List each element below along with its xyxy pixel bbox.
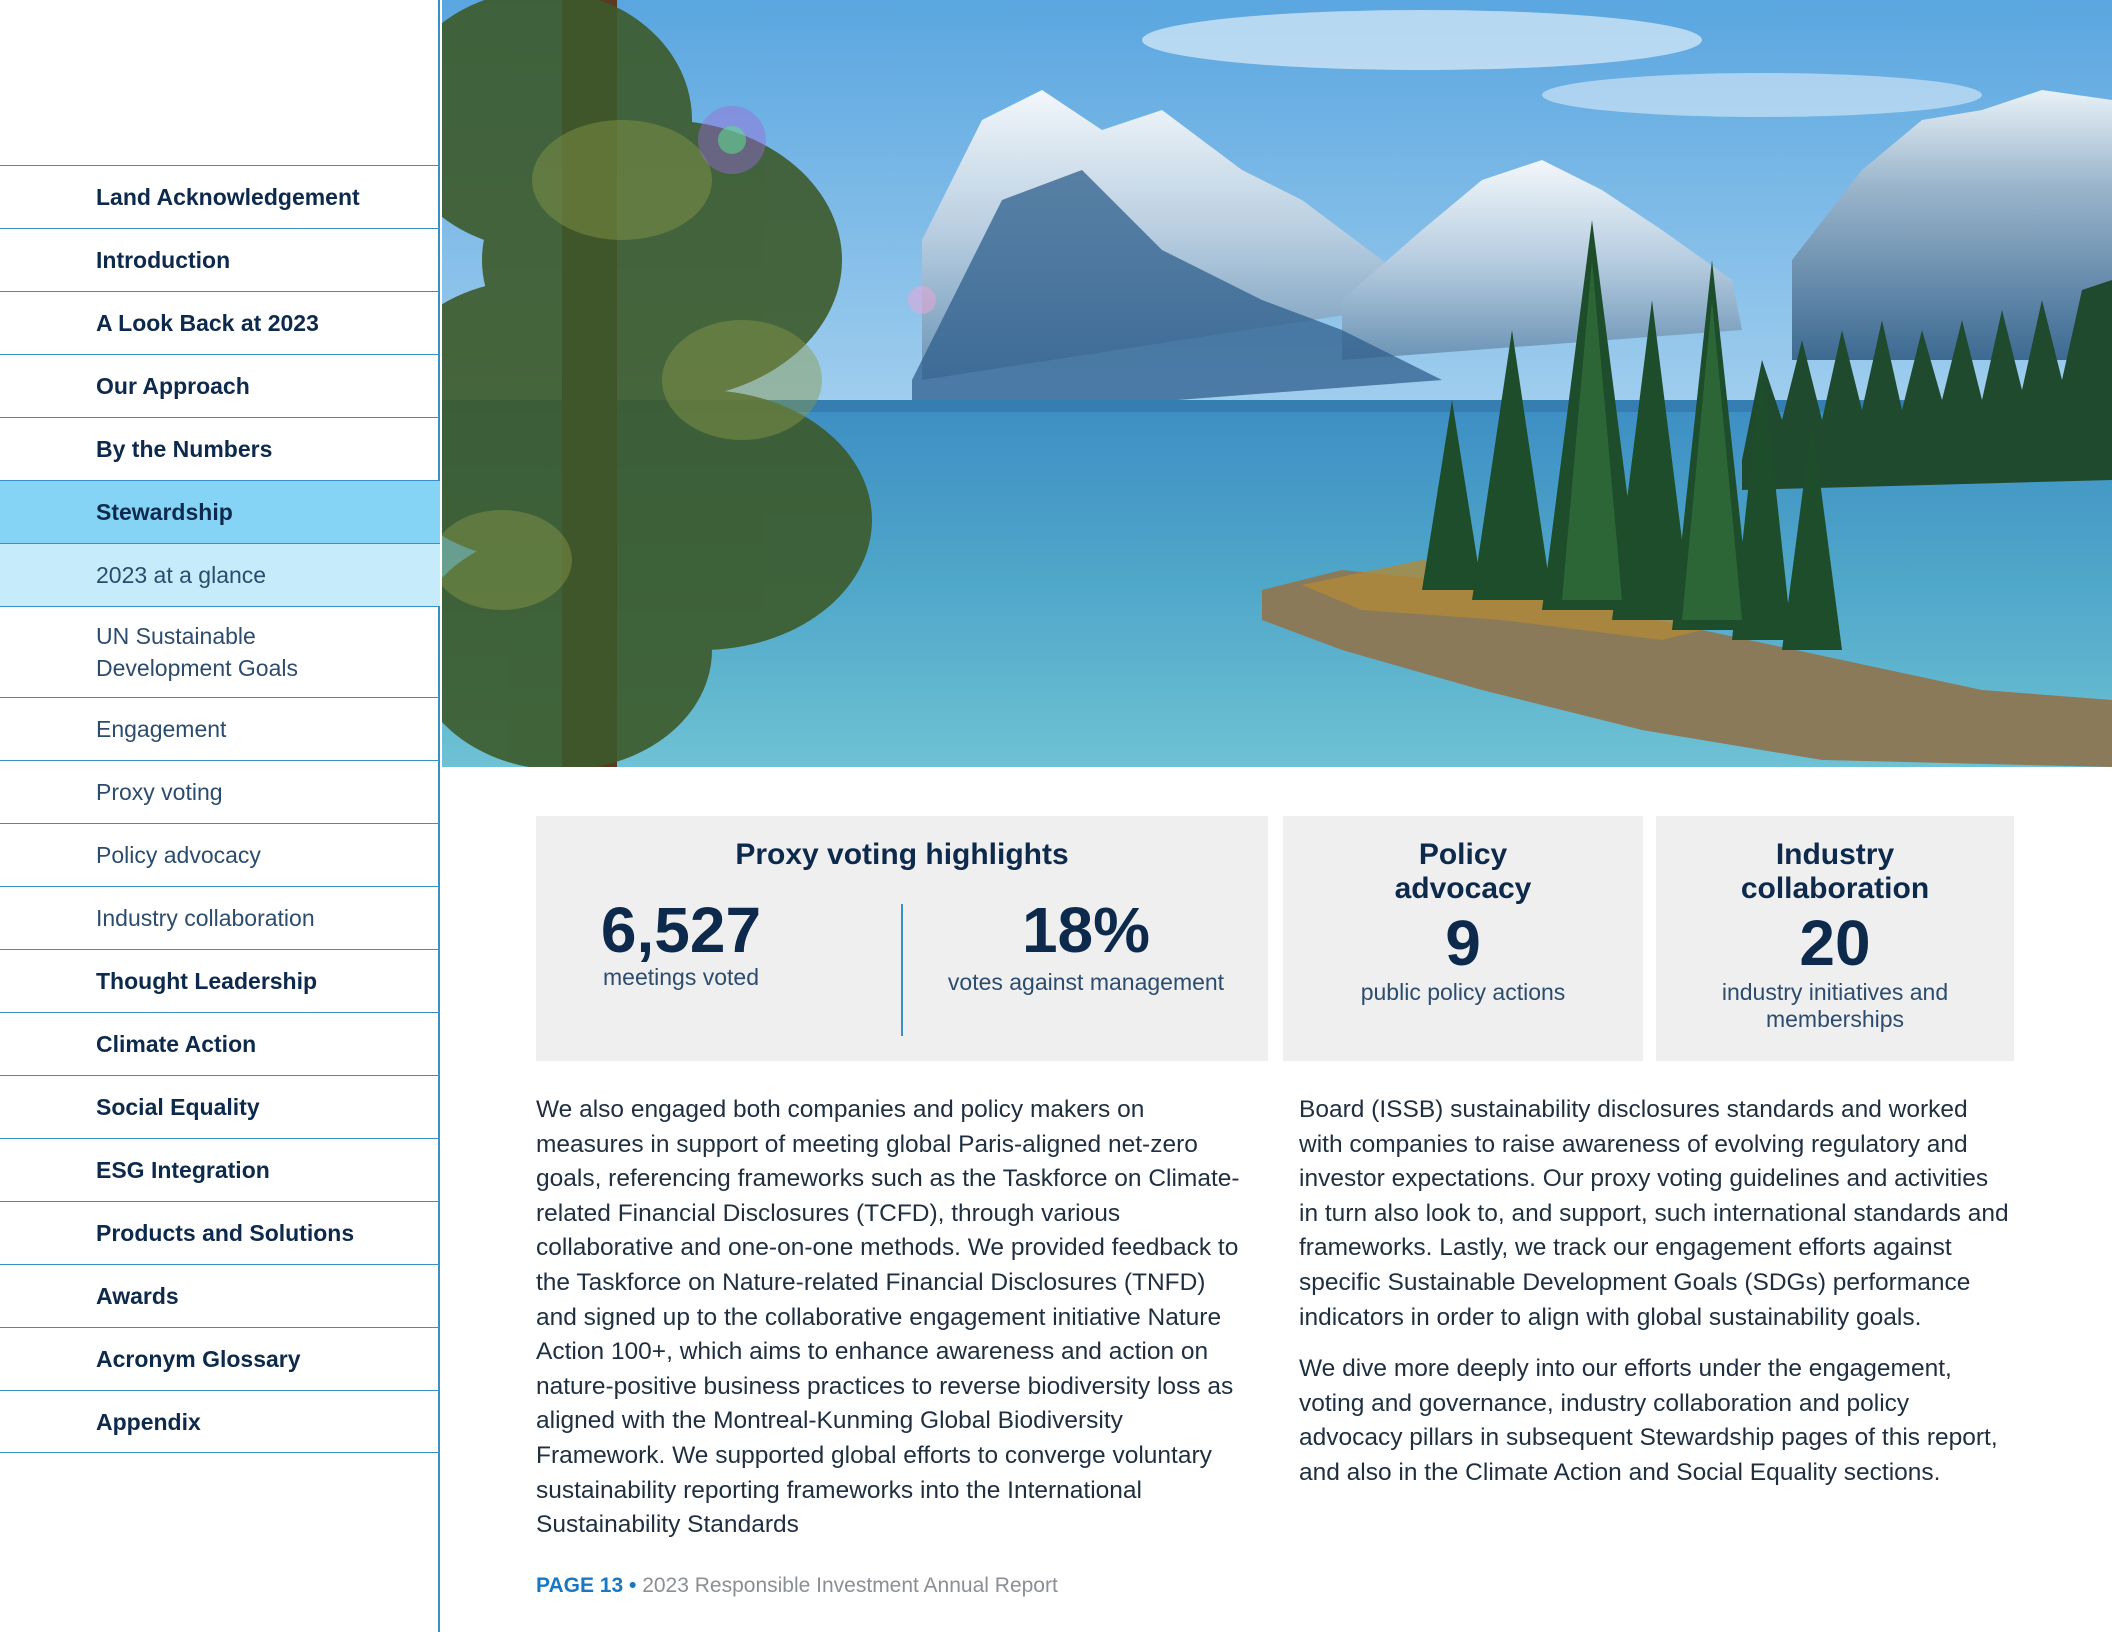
- body-paragraph: We also engaged both companies and polic…: [536, 1096, 1240, 1539]
- industry-collaboration-value: 20: [1799, 907, 1871, 979]
- policy-advocacy-label: public policy actions: [1360, 979, 1566, 1005]
- policy-advocacy-value: 9: [1445, 907, 1481, 979]
- nav-item-appendix[interactable]: Appendix: [0, 1390, 440, 1453]
- body-paragraph: We dive more deeply into our efforts und…: [1299, 1355, 1998, 1486]
- meetings-voted-stat: 6,527 meetings voted: [596, 896, 896, 991]
- nav-subitem-industry-collaboration[interactable]: Industry collaboration: [0, 886, 440, 949]
- nav-item-thought-leadership[interactable]: Thought Leadership: [0, 949, 440, 1012]
- industry-collaboration-panel: Industry collaboration 20 industry initi…: [1656, 816, 2014, 1061]
- hero-landscape-image: [442, 0, 2112, 767]
- nav-subitem-engagement[interactable]: Engagement: [0, 697, 440, 760]
- stat-divider: [901, 904, 903, 1036]
- nav-list: Land Acknowledgement Introduction A Look…: [0, 165, 440, 1453]
- nav-subitem-un-sdgs[interactable]: UN Sustainable Development Goals: [0, 606, 440, 697]
- nav-subitem-2023-at-a-glance[interactable]: 2023 at a glance: [0, 543, 440, 606]
- industry-collaboration-title: Industry collaboration: [1740, 838, 1930, 905]
- sidebar-nav: Land Acknowledgement Introduction A Look…: [0, 0, 440, 1632]
- votes-against-stat: 18% votes against management: [916, 896, 1256, 996]
- lake-mountain-illustration: [442, 0, 2112, 767]
- nav-item-acronym-glossary[interactable]: Acronym Glossary: [0, 1327, 440, 1390]
- nav-item-climate-action[interactable]: Climate Action: [0, 1012, 440, 1075]
- nav-subitem-proxy-voting[interactable]: Proxy voting: [0, 760, 440, 823]
- nav-subitem-policy-advocacy[interactable]: Policy advocacy: [0, 823, 440, 886]
- nav-item-look-back-2023[interactable]: A Look Back at 2023: [0, 291, 440, 354]
- votes-against-label: votes against management: [947, 969, 1225, 995]
- nav-item-products-solutions[interactable]: Products and Solutions: [0, 1201, 440, 1264]
- votes-against-value: 18%: [1021, 894, 1151, 966]
- page-footer: PAGE 13 • 2023 Responsible Investment An…: [536, 1574, 1058, 1598]
- nav-item-our-approach[interactable]: Our Approach: [0, 354, 440, 417]
- report-title: 2023 Responsible Investment Annual Repor…: [642, 1574, 1058, 1597]
- body-paragraph: Board (ISSB) sustainability disclosures …: [1299, 1096, 2009, 1331]
- body-column-right: Board (ISSB) sustainability disclosures …: [1299, 1093, 2009, 1508]
- footer-separator: •: [629, 1574, 637, 1597]
- policy-advocacy-title: Policy advocacy: [1394, 838, 1532, 905]
- proxy-voting-highlights-panel: Proxy voting highlights 6,527 meetings v…: [536, 816, 1268, 1061]
- industry-collaboration-stat: 20 industry initiatives and memberships: [1656, 909, 2014, 1033]
- proxy-voting-title: Proxy voting highlights: [735, 838, 1069, 871]
- meetings-voted-label: meetings voted: [603, 964, 759, 990]
- nav-item-land-acknowledgement[interactable]: Land Acknowledgement: [0, 165, 440, 228]
- policy-advocacy-panel: Policy advocacy 9 public policy actions: [1283, 816, 1643, 1061]
- nav-item-esg-integration[interactable]: ESG Integration: [0, 1138, 440, 1201]
- nav-subitem-un-sdgs-label: UN Sustainable Development Goals: [96, 623, 298, 681]
- industry-collaboration-label: industry initiatives and memberships: [1721, 979, 1949, 1032]
- nav-item-by-the-numbers[interactable]: By the Numbers: [0, 417, 440, 480]
- nav-item-awards[interactable]: Awards: [0, 1264, 440, 1327]
- body-column-left: We also engaged both companies and polic…: [536, 1093, 1246, 1560]
- nav-item-introduction[interactable]: Introduction: [0, 228, 440, 291]
- policy-advocacy-stat: 9 public policy actions: [1283, 909, 1643, 1006]
- page-number: PAGE 13: [536, 1574, 624, 1597]
- nav-item-social-equality[interactable]: Social Equality: [0, 1075, 440, 1138]
- meetings-voted-value: 6,527: [600, 894, 762, 966]
- nav-item-stewardship[interactable]: Stewardship: [0, 480, 440, 543]
